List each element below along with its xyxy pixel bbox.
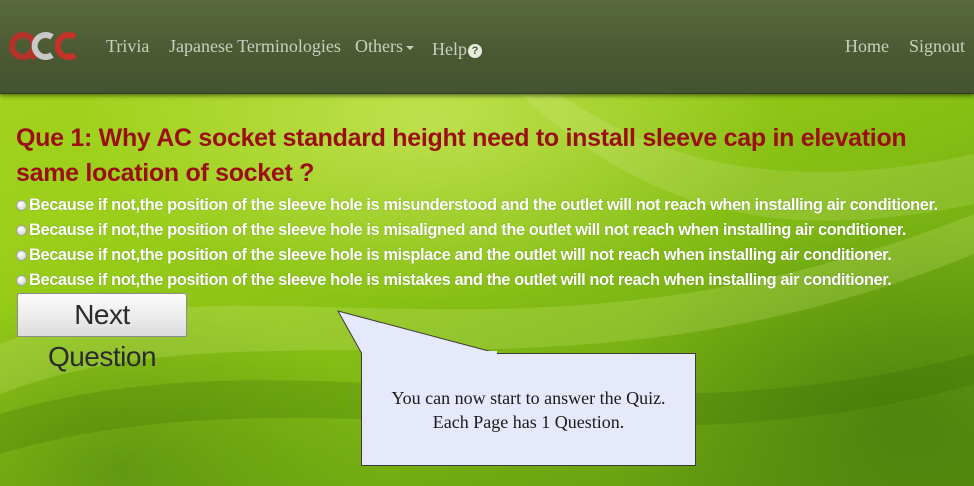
question-text: Que 1: Why AC socket standard height nee… [16, 124, 907, 187]
nav-others-dropdown[interactable]: Others [355, 36, 414, 57]
callout-tail-join [362, 351, 497, 355]
radio-button[interactable] [16, 275, 27, 286]
qcc-logo[interactable] [8, 20, 82, 72]
answer-option[interactable]: Because if not,the position of the sleev… [16, 193, 966, 218]
nav-others-label: Others [355, 36, 403, 56]
question-circle-icon: ? [468, 44, 482, 58]
callout-line-1: You can now start to answer the Quiz. [391, 388, 666, 408]
callout-line-2: Each Page has 1 Question. [432, 412, 625, 432]
answer-options: Because if not,the position of the sleev… [16, 193, 966, 293]
nav-japanese-terminologies[interactable]: Japanese Terminologies [169, 36, 341, 57]
radio-button[interactable] [16, 200, 27, 211]
option-label[interactable]: Because if not,the position of the sleev… [29, 221, 906, 240]
nav-signout[interactable]: Signout [909, 36, 965, 57]
nav-help-label: Help [432, 39, 467, 59]
nav-help[interactable]: Help? [432, 39, 482, 60]
next-question-button[interactable]: Next Question [17, 293, 187, 372]
radio-button[interactable] [16, 225, 27, 236]
option-label[interactable]: Because if not,the position of the sleev… [29, 246, 892, 265]
answer-option[interactable]: Because if not,the position of the sleev… [16, 218, 966, 243]
radio-button[interactable] [16, 250, 27, 261]
chevron-down-icon [406, 45, 414, 50]
option-label[interactable]: Because if not,the position of the sleev… [29, 196, 938, 215]
answer-option[interactable]: Because if not,the position of the sleev… [16, 243, 966, 268]
nav-trivia[interactable]: Trivia [106, 36, 149, 57]
option-label[interactable]: Because if not,the position of the sleev… [29, 271, 892, 290]
top-navbar: Trivia Japanese Terminologies Others Hel… [0, 0, 974, 94]
answer-option[interactable]: Because if not,the position of the sleev… [16, 268, 966, 293]
instruction-callout: You can now start to answer the Quiz. Ea… [361, 353, 696, 466]
nav-home[interactable]: Home [845, 36, 889, 57]
